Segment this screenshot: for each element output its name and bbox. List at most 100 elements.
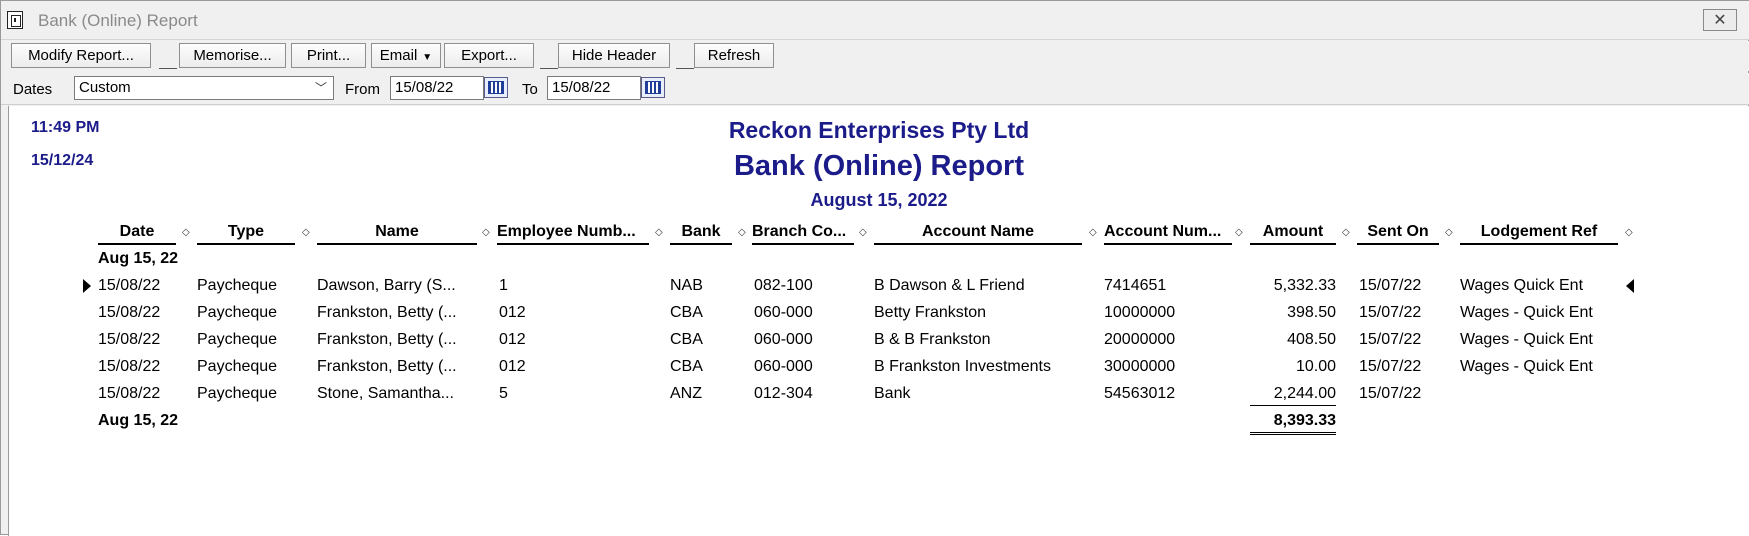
cell-sent-on[interactable]: 15/07/22 [1359,385,1421,403]
cell-name[interactable]: Dawson, Barry (S... [317,277,456,295]
cell-employee-number[interactable]: 012 [499,304,526,322]
from-label: From [345,81,380,98]
column-resize-diamond-icon[interactable]: ◇ [655,227,663,238]
cell-amount[interactable]: 2,244.00 [1250,385,1336,406]
cell-date[interactable]: 15/08/22 [98,304,160,322]
column-resize-diamond-icon[interactable]: ◇ [482,227,490,238]
cell-account-number[interactable]: 54563012 [1104,385,1175,403]
from-date-input[interactable]: 15/08/22 [390,76,484,100]
dates-select[interactable]: Custom ﹀ [74,76,334,100]
cell-bank[interactable]: ANZ [670,385,702,403]
cell-branch-code[interactable]: 082-100 [754,277,813,295]
report-window: Bank (Online) Report ✕ Modify Report... … [0,0,1749,536]
cell-account-number[interactable]: 10000000 [1104,304,1175,322]
report-title: Bank (Online) Report [733,150,1024,182]
cell-employee-number[interactable]: 1 [499,277,508,295]
cell-lodgement-ref[interactable]: Wages Quick Ent [1460,277,1583,295]
cell-employee-number[interactable]: 012 [499,358,526,376]
cell-account-name[interactable]: Betty Frankston [874,304,986,322]
total-amount[interactable]: 8,393.33 [1250,412,1336,435]
row-pointer-icon [83,279,91,293]
column-resize-diamond-icon[interactable]: ◇ [859,227,867,238]
column-header-employee-number[interactable]: Employee Numb... [497,223,649,245]
column-resize-diamond-icon[interactable]: ◇ [1235,227,1243,238]
column-resize-diamond-icon[interactable]: ◇ [1445,227,1453,238]
cell-sent-on[interactable]: 15/07/22 [1359,304,1421,322]
cell-amount[interactable]: 5,332.33 [1250,277,1336,295]
cell-employee-number[interactable]: 012 [499,331,526,349]
column-header-lodgement-ref[interactable]: Lodgement Ref [1460,223,1618,245]
close-icon: ✕ [1713,10,1727,29]
cell-type[interactable]: Paycheque [197,277,277,295]
cell-account-name[interactable]: B & B Frankston [874,331,991,349]
calendar-icon[interactable] [641,77,665,98]
cell-amount[interactable]: 408.50 [1250,331,1336,349]
cell-name[interactable]: Frankston, Betty (... [317,304,457,322]
cell-branch-code[interactable]: 060-000 [754,358,813,376]
cell-bank[interactable]: CBA [670,304,703,322]
cell-date[interactable]: 15/08/22 [98,385,160,403]
cell-account-number[interactable]: 30000000 [1104,358,1175,376]
total-label: Aug 15, 22 [98,412,179,429]
column-resize-diamond-icon[interactable]: ◇ [182,227,190,238]
cell-branch-code[interactable]: 060-000 [754,304,813,322]
cell-date[interactable]: 15/08/22 [98,358,160,376]
cell-account-number[interactable]: 7414651 [1104,277,1166,295]
modify-report-button[interactable]: Modify Report... [11,43,151,68]
column-header-amount[interactable]: Amount [1250,223,1336,245]
cell-lodgement-ref[interactable]: Wages - Quick Ent [1460,358,1593,376]
cell-type[interactable]: Paycheque [197,304,277,322]
memorise-button[interactable]: Memorise... [179,43,286,68]
column-resize-diamond-icon[interactable]: ◇ [1625,227,1633,238]
cell-lodgement-ref[interactable]: Wages - Quick Ent [1460,304,1593,322]
cell-name[interactable]: Stone, Samantha... [317,385,454,403]
cell-date[interactable]: 15/08/22 [98,331,160,349]
column-header-account-name[interactable]: Account Name [874,223,1082,245]
close-button[interactable]: ✕ [1703,9,1737,31]
cell-amount[interactable]: 10.00 [1250,358,1336,376]
cell-bank[interactable]: NAB [670,277,703,295]
cell-name[interactable]: Frankston, Betty (... [317,358,457,376]
column-header-branch-code[interactable]: Branch Co... [752,223,854,245]
cell-account-name[interactable]: B Frankston Investments [874,358,1051,376]
column-header-sent-on[interactable]: Sent On [1357,223,1439,245]
column-header-name[interactable]: Name [317,223,477,245]
refresh-button[interactable]: Refresh [694,43,774,68]
column-header-type[interactable]: Type [197,223,295,245]
group-label: Aug 15, 22 [98,250,179,267]
cell-branch-code[interactable]: 012-304 [754,385,813,403]
cell-lodgement-ref[interactable]: Wages - Quick Ent [1460,331,1593,349]
email-button[interactable]: Email ▼ [371,43,441,68]
column-resize-diamond-icon[interactable]: ◇ [302,227,310,238]
cell-employee-number[interactable]: 5 [499,385,508,403]
cell-type[interactable]: Paycheque [197,331,277,349]
export-button[interactable]: Export... [444,43,534,68]
cell-account-number[interactable]: 20000000 [1104,331,1175,349]
cell-sent-on[interactable]: 15/07/22 [1359,331,1421,349]
to-date-input[interactable]: 15/08/22 [547,76,641,100]
date-filter-bar: Dates Custom ﹀ From 15/08/22 To 15/08/22 [1,73,1749,105]
cell-amount[interactable]: 398.50 [1250,304,1336,322]
cell-date[interactable]: 15/08/22 [98,277,160,295]
cell-account-name[interactable]: B Dawson & L Friend [874,277,1025,295]
cell-account-name[interactable]: Bank [874,385,910,403]
calendar-icon[interactable] [484,77,508,98]
print-button[interactable]: Print... [291,43,366,68]
hide-header-button[interactable]: Hide Header [558,43,670,68]
cell-type[interactable]: Paycheque [197,385,277,403]
column-resize-diamond-icon[interactable]: ◇ [738,227,746,238]
column-resize-diamond-icon[interactable]: ◇ [1089,227,1097,238]
toolbar-separator [540,68,558,69]
column-header-date[interactable]: Date [98,223,176,245]
cell-sent-on[interactable]: 15/07/22 [1359,277,1421,295]
cell-bank[interactable]: CBA [670,331,703,349]
row-pointer-icon [1626,279,1634,293]
cell-type[interactable]: Paycheque [197,358,277,376]
cell-bank[interactable]: CBA [670,358,703,376]
column-header-account-number[interactable]: Account Num... [1104,223,1232,245]
cell-name[interactable]: Frankston, Betty (... [317,331,457,349]
column-resize-diamond-icon[interactable]: ◇ [1342,227,1350,238]
cell-branch-code[interactable]: 060-000 [754,331,813,349]
cell-sent-on[interactable]: 15/07/22 [1359,358,1421,376]
column-header-bank[interactable]: Bank [670,223,732,245]
